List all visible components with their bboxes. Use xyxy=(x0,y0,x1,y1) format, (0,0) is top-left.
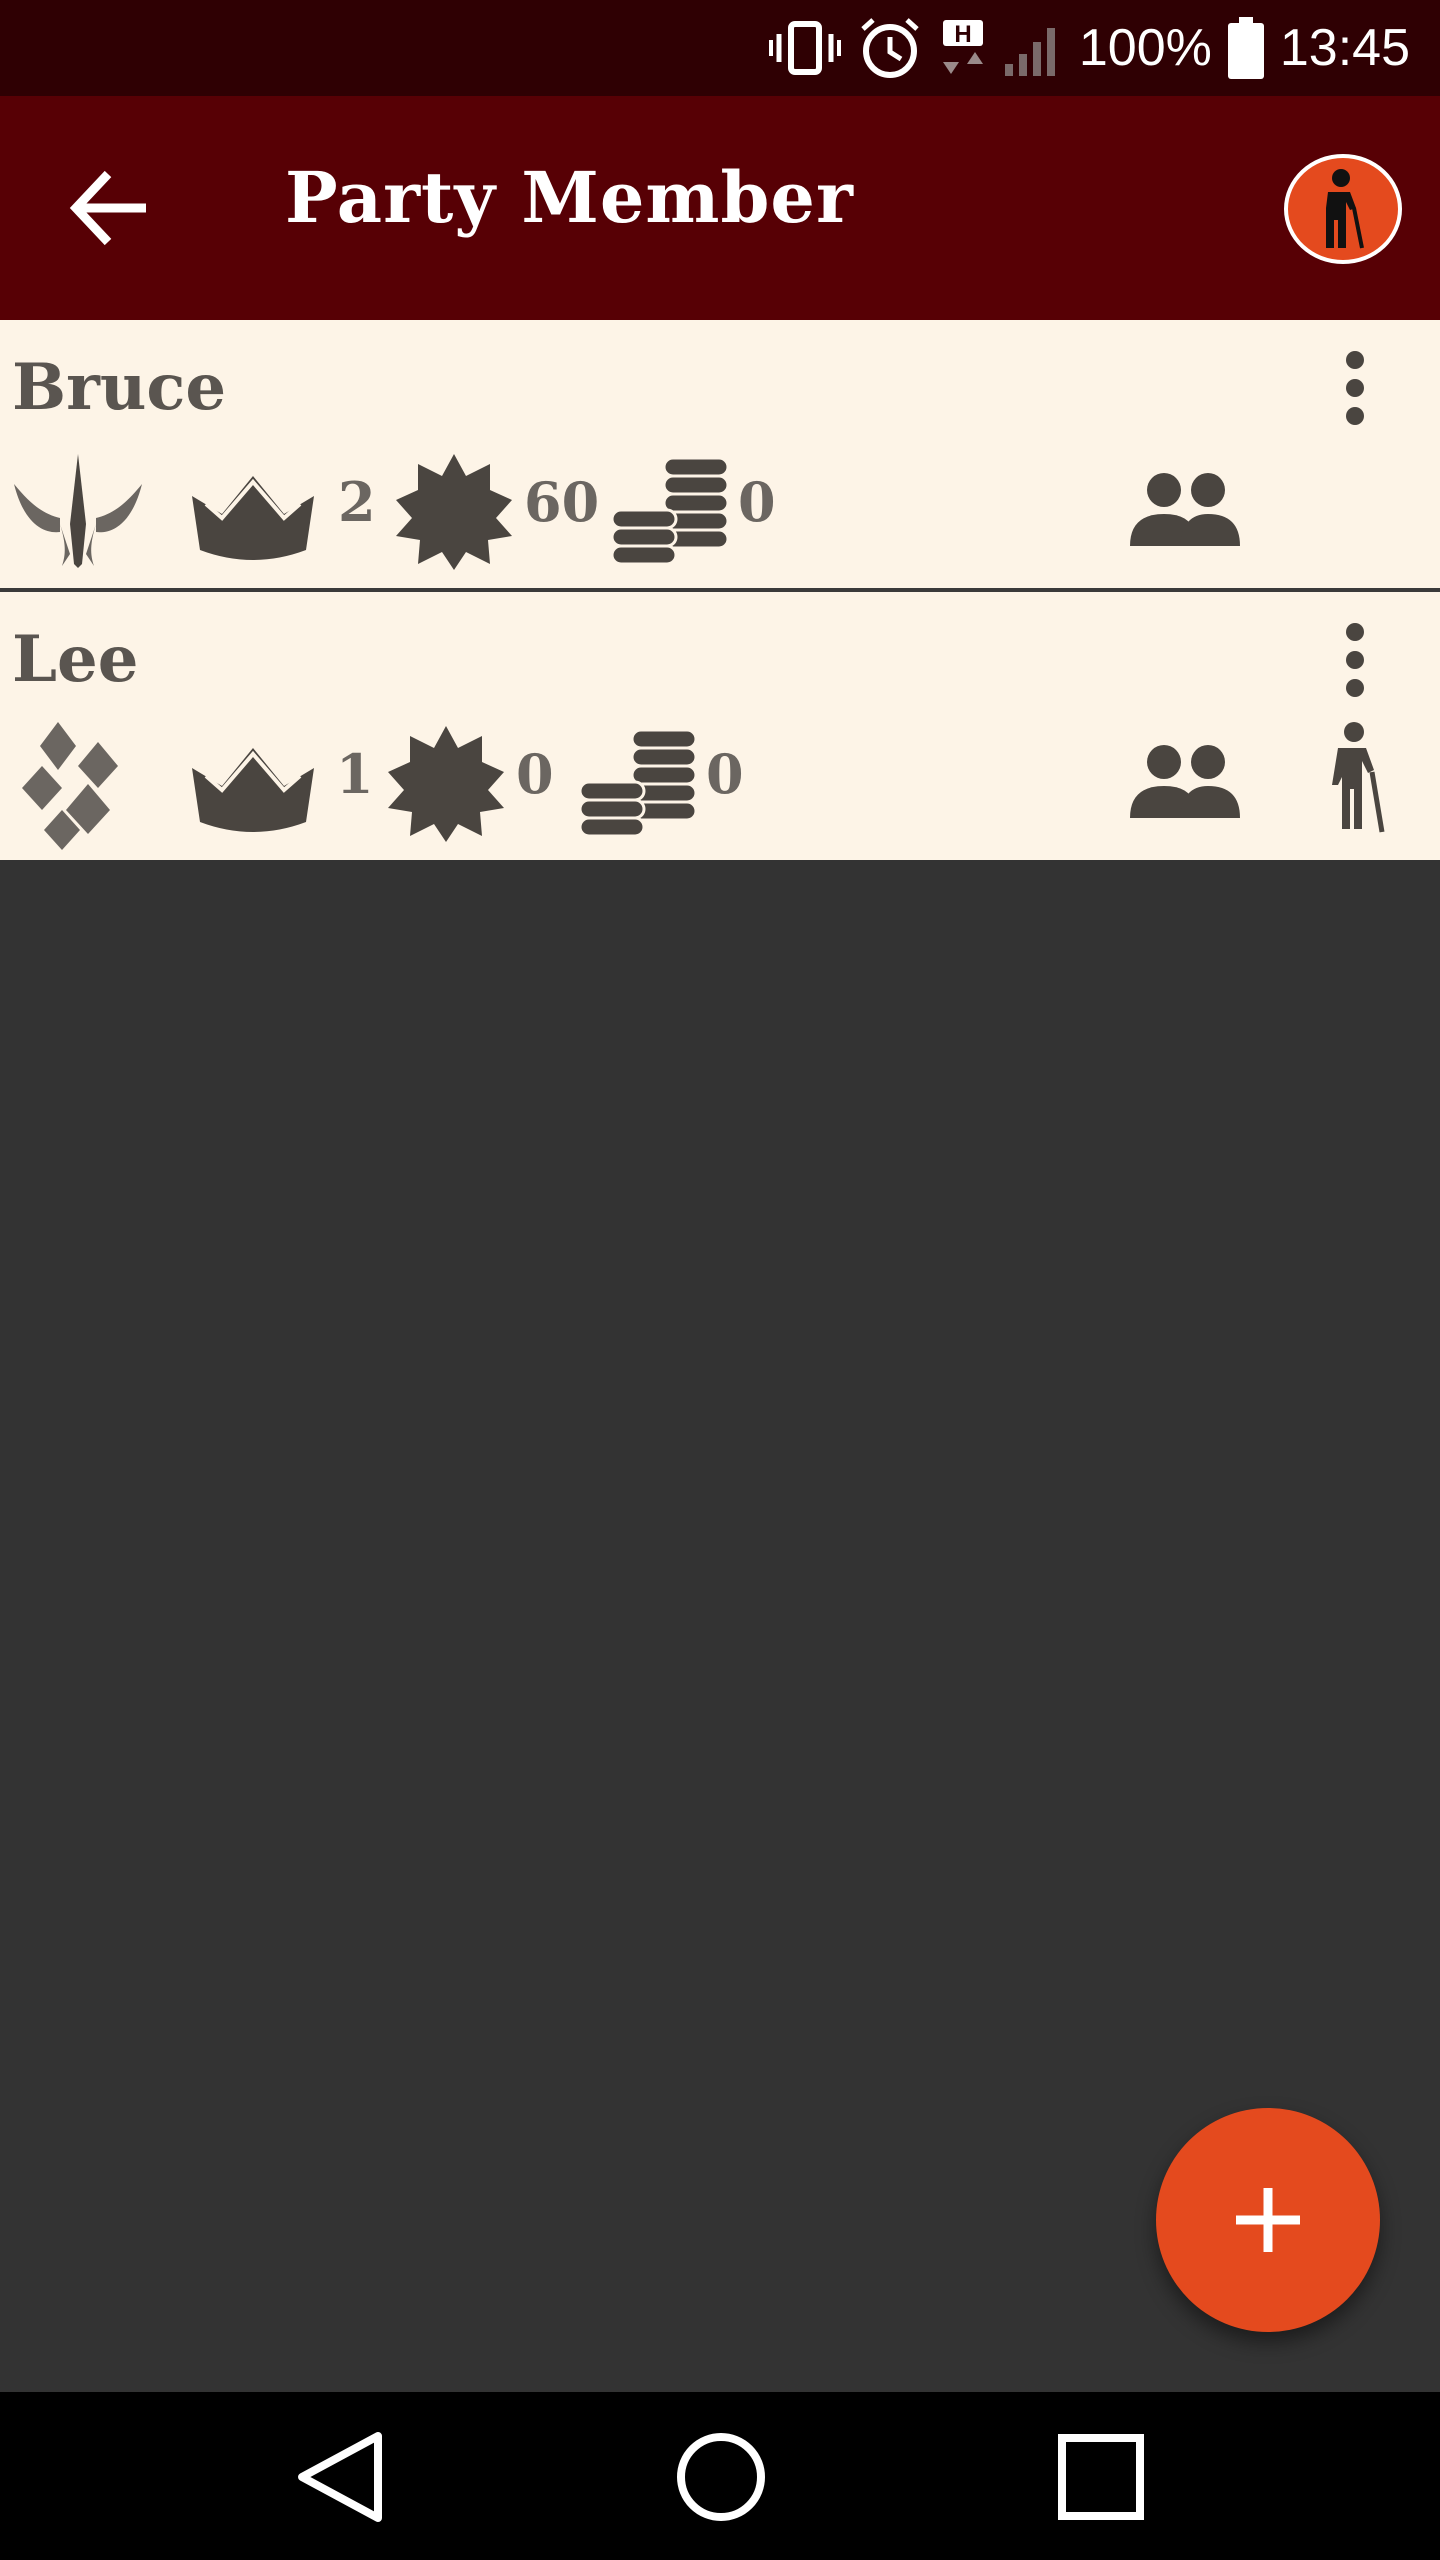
xp-value: 0 xyxy=(516,742,554,806)
page-title: Party Member xyxy=(285,156,854,239)
crown-icon xyxy=(192,476,314,560)
class-diamonds-icon xyxy=(22,722,118,850)
arrow-left-icon xyxy=(69,170,146,246)
svg-text:H: H xyxy=(954,21,971,48)
xp-value: 60 xyxy=(524,470,600,534)
data-h-icon: H xyxy=(942,20,983,74)
coin-stack-icon xyxy=(612,456,730,566)
add-member-button[interactable] xyxy=(1156,2108,1380,2332)
crown-icon xyxy=(192,748,314,832)
star-burst-icon xyxy=(396,454,512,570)
level-value: 1 xyxy=(336,742,374,806)
more-options-button[interactable] xyxy=(1330,612,1380,708)
battery-percent: 100% xyxy=(1078,19,1212,77)
alarm-icon xyxy=(861,18,919,78)
coin-stack-icon xyxy=(580,728,698,838)
nav-back-button[interactable] xyxy=(288,2422,398,2532)
retire-filter-button[interactable] xyxy=(1284,154,1402,264)
member-stats: 2 60 0 xyxy=(0,450,1440,590)
member-name: Bruce xyxy=(12,350,227,425)
party-button[interactable] xyxy=(1130,742,1240,822)
party-button[interactable] xyxy=(1130,470,1240,550)
gold-value: 0 xyxy=(706,742,744,806)
nav-recents-button[interactable] xyxy=(1046,2422,1156,2532)
member-name: Lee xyxy=(12,622,139,697)
vibrate-icon xyxy=(768,21,841,75)
circle-home-icon xyxy=(677,2433,765,2521)
retire-button[interactable] xyxy=(1328,722,1390,834)
member-stats: 1 0 0 xyxy=(0,722,1440,862)
elderly-person-icon xyxy=(1326,169,1364,249)
class-horns-icon xyxy=(14,454,142,568)
back-button[interactable] xyxy=(66,166,158,250)
navigation-bar xyxy=(0,2392,1440,2560)
square-recents-icon xyxy=(1058,2434,1144,2520)
battery-icon xyxy=(1227,17,1264,79)
signal-icon xyxy=(1004,28,1055,76)
nav-home-button[interactable] xyxy=(666,2422,776,2532)
star-burst-icon xyxy=(388,726,504,842)
more-vertical-icon xyxy=(1346,623,1364,697)
more-options-button[interactable] xyxy=(1330,340,1380,436)
clock: 13:45 xyxy=(1279,19,1410,77)
member-card[interactable]: Lee 1 0 0 xyxy=(0,592,1440,860)
more-vertical-icon xyxy=(1346,351,1364,425)
people-icon xyxy=(1130,473,1240,546)
level-value: 2 xyxy=(338,470,376,534)
elderly-person-icon xyxy=(1332,722,1385,833)
gold-value: 0 xyxy=(738,470,776,534)
status-bar: H 100% 13:45 xyxy=(0,0,1440,96)
people-icon xyxy=(1130,745,1240,818)
triangle-back-icon xyxy=(298,2432,382,2522)
member-card[interactable]: Bruce 2 60 0 xyxy=(0,320,1440,592)
app-bar: Party Member xyxy=(0,96,1440,320)
plus-icon xyxy=(1236,2188,1300,2252)
